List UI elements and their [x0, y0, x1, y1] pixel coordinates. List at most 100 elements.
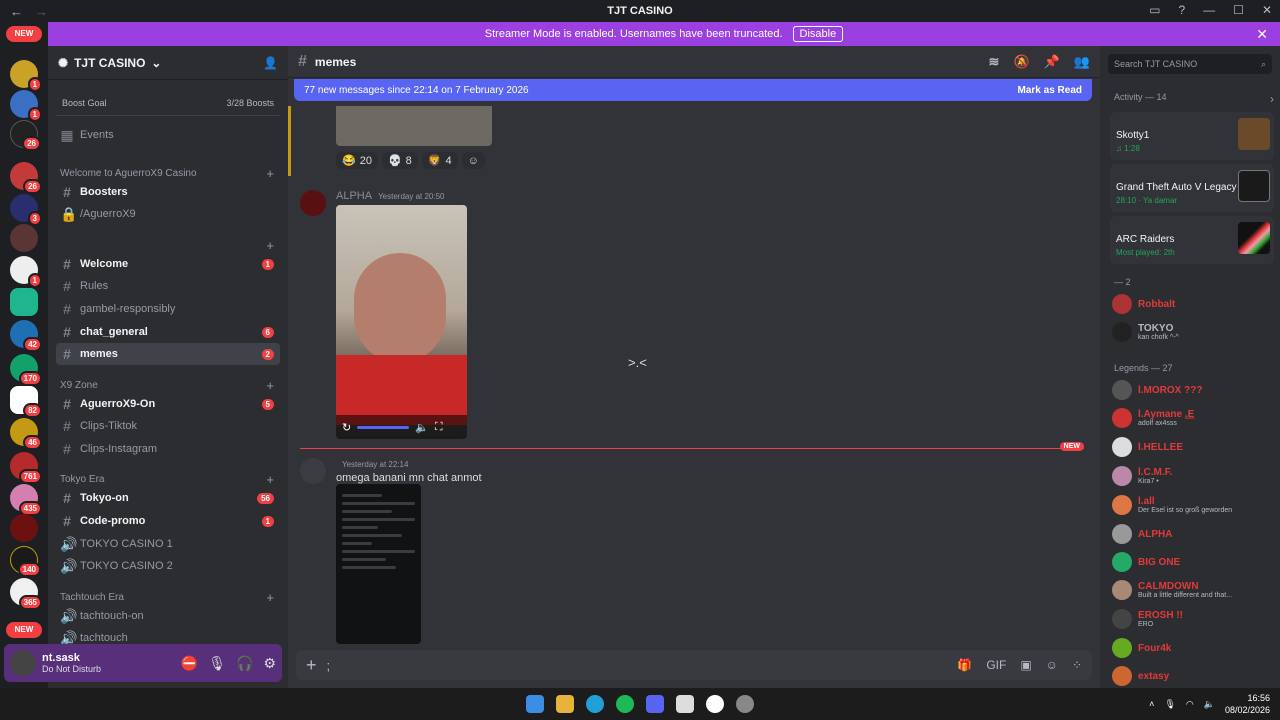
add-reaction-button[interactable]: ☺ — [461, 152, 485, 169]
add-channel-icon[interactable]: + — [266, 378, 274, 393]
back-arrow-icon[interactable]: ← — [10, 4, 23, 19]
settings-gear-icon[interactable]: ⚙ — [263, 655, 276, 672]
pin-icon[interactable]: 📌 — [1044, 54, 1060, 70]
channel-aguerro[interactable]: 🔒/AguerroX9 — [56, 203, 280, 225]
mark-as-read-button[interactable]: Mark as Read — [1018, 85, 1082, 96]
video-attachment[interactable]: ↻ 🔈 ⛶ — [336, 205, 467, 439]
server-icon[interactable]: 1 — [10, 256, 42, 288]
emoji-icon[interactable]: ☺ — [1046, 658, 1058, 672]
server-icon[interactable]: 365 — [10, 578, 42, 610]
maximize-icon[interactable]: ☐ — [1233, 3, 1244, 17]
category-tachtouch[interactable]: Tachtouch Era + — [56, 588, 280, 606]
events-item[interactable]: ▦ Events — [56, 124, 280, 146]
server-icon[interactable] — [10, 514, 38, 542]
server-icon[interactable]: 1 — [10, 90, 42, 122]
channel-clips-tiktok[interactable]: # Clips-Tiktok — [56, 415, 280, 437]
server-icon[interactable]: 1 — [10, 60, 42, 92]
member-item[interactable]: l.Aymane .̲͟E adolf ax4sss — [1112, 406, 1276, 430]
voice-tachtouch-on[interactable]: 🔊 tachtouch-on — [56, 605, 280, 627]
message-composer[interactable]: + ; 🎁 GIF ▣ ☺ ⁘ — [296, 650, 1092, 680]
member-list-icon[interactable]: 👥 — [1074, 54, 1090, 70]
category-welcome[interactable]: Welcome to AguerroX9 Casino + — [56, 164, 280, 182]
inbox-icon[interactable]: ▭ — [1149, 3, 1160, 17]
server-icon[interactable]: 435 — [10, 484, 42, 516]
invite-icon[interactable]: 👤 — [263, 56, 278, 70]
add-channel-icon[interactable]: + — [266, 472, 274, 487]
category-tokyo[interactable]: Tokyo Era + — [56, 470, 280, 488]
chevron-up-icon[interactable]: ˄ — [1149, 699, 1154, 709]
member-item[interactable]: ALPHA — [1112, 522, 1276, 546]
channel-tokyo-on[interactable]: # Tokyo-on 56 — [56, 487, 280, 509]
add-channel-icon[interactable]: + — [266, 166, 274, 181]
server-icon[interactable]: 26 — [10, 120, 41, 151]
server-icon[interactable]: 140 — [10, 546, 41, 577]
store-icon[interactable] — [676, 695, 694, 713]
add-attachment-icon[interactable]: + — [306, 655, 317, 676]
channel-memes[interactable]: # memes 2 — [56, 343, 280, 365]
server-icon[interactable]: 46 — [10, 418, 42, 450]
channel-clips-instagram[interactable]: # Clips-Instagram — [56, 438, 280, 460]
avatar[interactable] — [300, 458, 326, 484]
close-banner-icon[interactable]: ✕ — [1256, 26, 1268, 43]
channel-welcome[interactable]: # Welcome 1 — [56, 253, 280, 275]
search-input[interactable]: Search TJT CASINO ⌕ — [1108, 54, 1272, 74]
channel-chat-general[interactable]: # chat_general 6 — [56, 321, 280, 343]
activity-card[interactable]: Skotty1 ♫ 1:28 — [1110, 112, 1274, 160]
server-icon[interactable] — [10, 224, 38, 252]
gif-icon[interactable]: GIF — [986, 658, 1006, 672]
activity-card[interactable]: Grand Theft Auto V Legacy 28:10 · Ya dam… — [1110, 164, 1274, 212]
reaction[interactable]: 🦁 4 — [421, 152, 458, 169]
microphone-icon[interactable]: 🎙 — [208, 655, 226, 672]
discord-icon[interactable] — [646, 695, 664, 713]
guild-header[interactable]: ✺ TJT CASINO ⌄ 👤 — [48, 46, 288, 80]
sticker-icon[interactable]: ▣ — [1020, 658, 1031, 672]
server-icon[interactable]: 3 — [10, 194, 42, 226]
network-icon[interactable]: ◠ — [1186, 699, 1194, 710]
channel-rules[interactable]: # Rules — [56, 275, 280, 297]
mic-tray-icon[interactable]: 🎙 — [1164, 699, 1175, 710]
help-icon[interactable]: ? — [1178, 3, 1185, 17]
reaction[interactable]: 💀 8 — [381, 152, 418, 169]
volume-icon[interactable]: 🔈 — [415, 421, 429, 434]
member-item[interactable]: l.C.M.F. Kira7 • — [1112, 464, 1276, 488]
clock[interactable]: 16:56 08/02/2026 — [1225, 692, 1270, 716]
image-attachment[interactable] — [336, 484, 421, 644]
member-item[interactable]: CALMDOWN Built a little different and tha… — [1112, 578, 1276, 602]
server-icon[interactable]: 26 — [10, 162, 42, 194]
channel-gambel[interactable]: # gambel-responsibly — [56, 298, 280, 320]
threads-icon[interactable]: ≋ — [989, 54, 1000, 70]
gift-icon[interactable]: 🎁 — [957, 658, 972, 672]
voice-tokyo-casino-1[interactable]: 🔊 TOKYO CASINO 1 — [56, 533, 280, 555]
message-author[interactable]: Yesterday at 22:14 — [336, 458, 408, 470]
member-item[interactable]: Robbalt — [1112, 292, 1276, 316]
add-channel-icon[interactable]: + — [266, 590, 274, 605]
start-icon[interactable] — [526, 695, 544, 713]
new-messages-bar[interactable]: 77 new messages since 22:14 on 7 Februar… — [294, 79, 1092, 101]
settings-icon[interactable] — [736, 695, 754, 713]
server-icon[interactable] — [10, 288, 38, 316]
server-icon[interactable]: 42 — [10, 320, 42, 352]
apps-icon[interactable]: ⁘ — [1072, 658, 1082, 672]
voice-tokyo-casino-2[interactable]: 🔊 TOKYO CASINO 2 — [56, 555, 280, 577]
stream-icon[interactable]: ⛔ — [181, 655, 198, 672]
member-item[interactable]: l.all Der Esel ist so groß geworden — [1112, 493, 1276, 517]
reaction[interactable]: 😂 20 — [336, 152, 378, 169]
category-x9[interactable]: X9 Zone + — [56, 376, 280, 394]
channel-aguerro-on[interactable]: # AguerroX9-On 5 — [56, 393, 280, 415]
member-item[interactable]: l.MOROX ??? — [1112, 378, 1276, 402]
previous-image-attachment[interactable] — [336, 106, 492, 146]
volume-tray-icon[interactable]: 🔈 — [1204, 699, 1215, 710]
replay-icon[interactable]: ↻ — [342, 421, 351, 434]
spotify-icon[interactable] — [616, 695, 634, 713]
add-channel-icon[interactable]: + — [266, 238, 274, 253]
file-explorer-icon[interactable] — [556, 695, 574, 713]
disable-button[interactable]: Disable — [792, 26, 844, 42]
notifications-icon[interactable]: 🔕 — [1013, 54, 1029, 70]
app-icon[interactable] — [706, 695, 724, 713]
edge-icon[interactable] — [586, 695, 604, 713]
server-icon[interactable]: 82 — [10, 386, 42, 418]
member-item[interactable]: BIG ONE — [1112, 550, 1276, 574]
boost-goal[interactable]: Boost Goal 3/28 Boosts — [56, 90, 280, 116]
activity-header[interactable]: Activity — 14 › — [1114, 92, 1274, 106]
forward-arrow-icon[interactable]: → — [35, 4, 48, 19]
